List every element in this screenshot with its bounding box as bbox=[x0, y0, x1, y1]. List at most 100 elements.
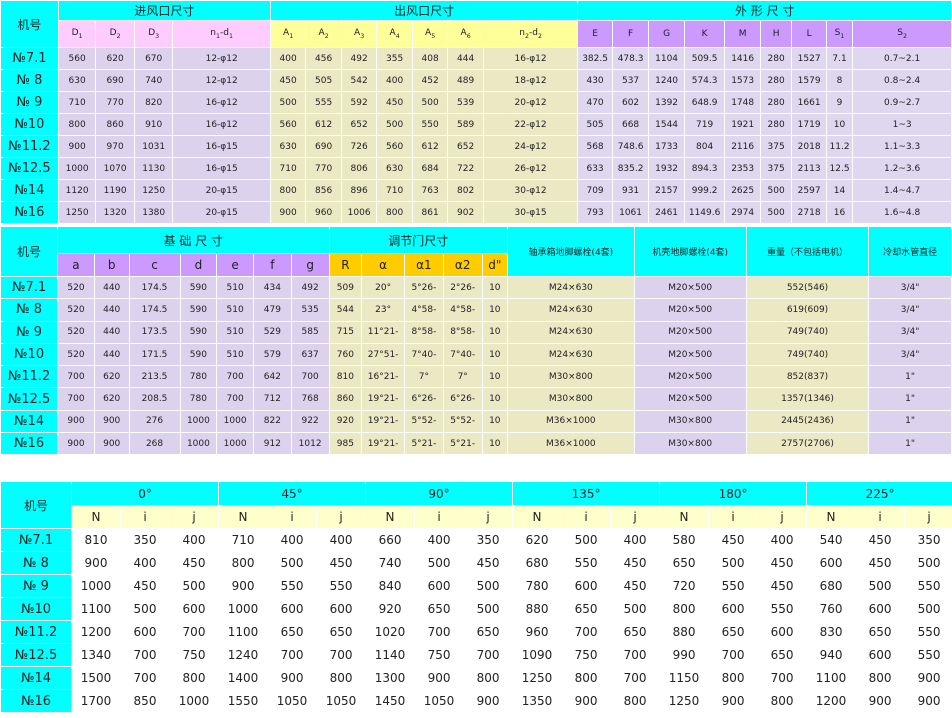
data-cell: 720 bbox=[659, 574, 710, 598]
data-cell: 900 bbox=[57, 432, 95, 456]
data-cell: 23° bbox=[361, 298, 406, 322]
data-cell: 1300 bbox=[365, 666, 416, 690]
data-cell: 16-φ12 bbox=[172, 91, 271, 114]
data-cell: 650 bbox=[561, 597, 612, 621]
data-cell: 208.5 bbox=[128, 387, 181, 411]
data-cell: 440 bbox=[93, 275, 130, 300]
angle-col-j: j bbox=[316, 505, 367, 529]
table-row: №11.2 700 620 213.5 780 700 642 700 810 16°21- 7° 7… bbox=[0, 365, 952, 389]
data-cell: 835.2 bbox=[611, 157, 650, 180]
table-row: № 8 520 440 174.5 590 510 479 535 544 23° 4°58- 4°5… bbox=[0, 298, 952, 322]
data-cell: 1" bbox=[868, 432, 952, 456]
outline-col-m: M bbox=[724, 20, 761, 48]
data-cell: 1190 bbox=[95, 179, 135, 202]
data-cell: 2718 bbox=[791, 201, 827, 224]
table-row: №10 520 440 171.5 590 510 579 637 760 27°51- 7°40-… bbox=[0, 342, 952, 367]
data-cell: 900 bbox=[708, 689, 759, 713]
data-cell: 648.9 bbox=[683, 91, 726, 114]
data-cell: 500 bbox=[561, 528, 612, 552]
data-cell: 1661 bbox=[791, 91, 827, 114]
data-cell: 1250 bbox=[659, 689, 710, 713]
data-cell: 3/4" bbox=[868, 320, 952, 344]
data-cell: 600 bbox=[168, 597, 220, 621]
data-cell: 492 bbox=[340, 47, 378, 70]
data-cell: 7° bbox=[404, 365, 444, 389]
data-cell: M24×630 bbox=[507, 275, 635, 300]
data-cell: 280 bbox=[759, 69, 793, 92]
data-cell: 650 bbox=[463, 620, 514, 644]
data-cell: 400 bbox=[316, 528, 367, 552]
data-cell: 450 bbox=[168, 551, 220, 575]
data-cell: 1000 bbox=[179, 432, 218, 456]
data-cell: 500 bbox=[411, 91, 449, 114]
data-cell: 1031 bbox=[133, 135, 174, 158]
data-cell: 2445(2436) bbox=[745, 409, 870, 434]
data-cell: 550 bbox=[267, 574, 318, 598]
data-cell: 810 bbox=[328, 365, 363, 389]
data-cell: 520 bbox=[57, 298, 95, 322]
model-header: 机号 bbox=[0, 0, 59, 48]
model-cell: №12.5 bbox=[0, 157, 59, 180]
data-cell: 710 bbox=[57, 91, 97, 114]
data-cell: 800 bbox=[269, 179, 307, 202]
data-cell: 1000 bbox=[218, 597, 269, 621]
data-cell: 6°26- bbox=[404, 387, 444, 411]
data-cell: 400 bbox=[168, 528, 220, 552]
foundation-col-c: c bbox=[128, 253, 181, 277]
data-cell: 568 bbox=[577, 135, 613, 158]
data-cell: 174.5 bbox=[128, 298, 181, 322]
outline-col-f: F bbox=[611, 20, 650, 48]
damper-col-0: R bbox=[328, 253, 363, 277]
data-cell: 1061 bbox=[611, 201, 650, 224]
inlet-col-n1-d1: n1-d1 bbox=[172, 20, 271, 48]
data-cell: 470 bbox=[577, 91, 613, 114]
angle-header: 90° bbox=[365, 481, 514, 506]
data-cell: 1416 bbox=[724, 47, 761, 70]
data-cell: 600 bbox=[855, 643, 906, 667]
data-cell: 574.3 bbox=[683, 69, 726, 92]
data-cell: 620 bbox=[93, 387, 130, 411]
model-cell: №14 bbox=[0, 409, 59, 434]
foundation-col-g: g bbox=[290, 253, 330, 277]
table-row: №11.2 1200 600 700 1100 650 650 1020 700 650 960 70… bbox=[0, 620, 952, 644]
data-cell: 26-φ12 bbox=[482, 157, 579, 180]
data-cell: 456 bbox=[305, 47, 342, 70]
data-cell: 10 bbox=[481, 432, 509, 456]
data-cell: 900 bbox=[218, 574, 269, 598]
data-cell: 8°58- bbox=[442, 320, 483, 344]
angle-col-i: i bbox=[120, 505, 170, 529]
data-cell: 450 bbox=[610, 551, 661, 575]
data-cell: 760 bbox=[328, 342, 363, 367]
data-cell: 492 bbox=[290, 275, 330, 300]
data-cell: 400 bbox=[120, 551, 170, 575]
data-cell: 12-φ12 bbox=[172, 47, 271, 70]
angle-header: 45° bbox=[218, 481, 367, 506]
data-cell: 637 bbox=[290, 342, 330, 367]
data-cell: 479 bbox=[252, 298, 292, 322]
data-cell: 1357(1346) bbox=[745, 387, 870, 411]
data-cell: 550 bbox=[757, 597, 808, 621]
foundation-col-e: e bbox=[216, 253, 254, 277]
data-cell: 740 bbox=[133, 69, 174, 92]
data-cell: 709 bbox=[577, 179, 613, 202]
data-cell: 700 bbox=[316, 643, 367, 667]
data-cell: 680 bbox=[806, 574, 857, 598]
data-cell: M20×500 bbox=[633, 275, 747, 300]
inlet-col-d3: D3 bbox=[133, 20, 174, 48]
data-cell: 852(837) bbox=[745, 365, 870, 389]
outline-col-s2: S2 bbox=[852, 20, 952, 48]
data-cell: 20-φ15 bbox=[172, 201, 271, 224]
table-row: № 9 710 770 820 16-φ12 500 555 592 450 500 539 20-φ… bbox=[0, 91, 952, 114]
data-cell: 529 bbox=[252, 320, 292, 344]
data-cell: 900 bbox=[904, 666, 952, 690]
data-cell: 780 bbox=[179, 365, 218, 389]
data-cell: 780 bbox=[512, 574, 563, 598]
data-cell: 505 bbox=[577, 113, 613, 136]
data-cell: 590 bbox=[179, 320, 218, 344]
data-cell: 27°51- bbox=[361, 342, 406, 367]
data-cell: 652 bbox=[447, 135, 484, 158]
data-cell: 642 bbox=[252, 365, 292, 389]
data-cell: 510 bbox=[216, 342, 254, 367]
data-cell: 1020 bbox=[365, 620, 416, 644]
damper-col-3: α2 bbox=[442, 253, 483, 277]
